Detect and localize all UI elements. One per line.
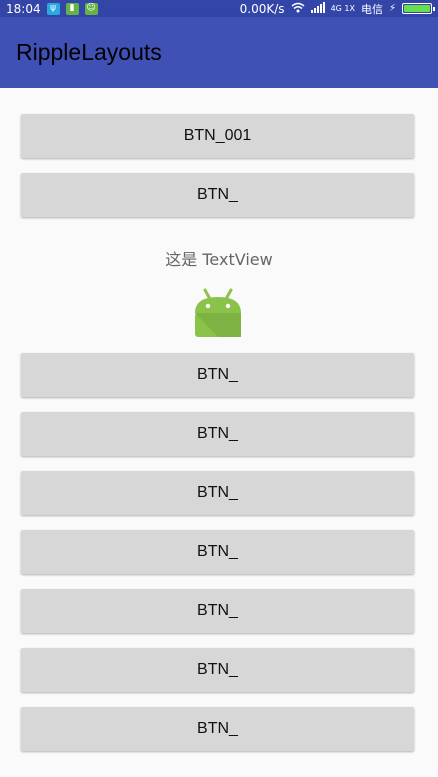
signal-icon (310, 1, 325, 16)
button-btn-3[interactable]: BTN_ (21, 353, 414, 397)
android-icon: ☺ (84, 2, 98, 15)
button-btn-2[interactable]: BTN_ (21, 173, 414, 217)
charging-icon: ⚡ (388, 3, 396, 14)
button-btn-4[interactable]: BTN_ (21, 412, 414, 456)
main-content: BTN_001 BTN_ 这是 TextView BTN_ BTN_ BTN_ … (0, 88, 438, 777)
app-title: RippleLayouts (16, 39, 162, 65)
button-btn-9[interactable]: BTN_ (21, 707, 414, 751)
status-bar-right: 0.00K/s 4G 1X 电信 ⚡ (239, 1, 435, 17)
button-btn-6[interactable]: BTN_ (21, 530, 414, 574)
sd-card-icon: ▮ (65, 2, 79, 15)
button-btn-001[interactable]: BTN_001 (21, 114, 414, 158)
button-btn-8[interactable]: BTN_ (21, 648, 414, 692)
text-view: 这是 TextView (165, 250, 273, 269)
status-time: 18:04 (6, 1, 41, 16)
signal-type: 4G 1X (330, 4, 355, 13)
battery-fill (404, 5, 430, 12)
android-robot-icon (193, 287, 243, 339)
status-bar-left: 18:04 ψ ▮ ☺ (6, 2, 98, 16)
carrier-name: 电信 (360, 2, 383, 16)
button-btn-5[interactable]: BTN_ (21, 471, 414, 515)
status-bar: 18:04 ψ ▮ ☺ 0.00K/s 4G 1X 电信 ⚡ (0, 0, 438, 17)
app-bar: RippleLayouts (0, 17, 438, 88)
button-btn-7[interactable]: BTN_ (21, 589, 414, 633)
battery-icon (402, 3, 435, 14)
wifi-icon (291, 2, 305, 16)
net-speed: 0.00K/s (239, 1, 285, 16)
usb-icon: ψ (46, 2, 60, 15)
